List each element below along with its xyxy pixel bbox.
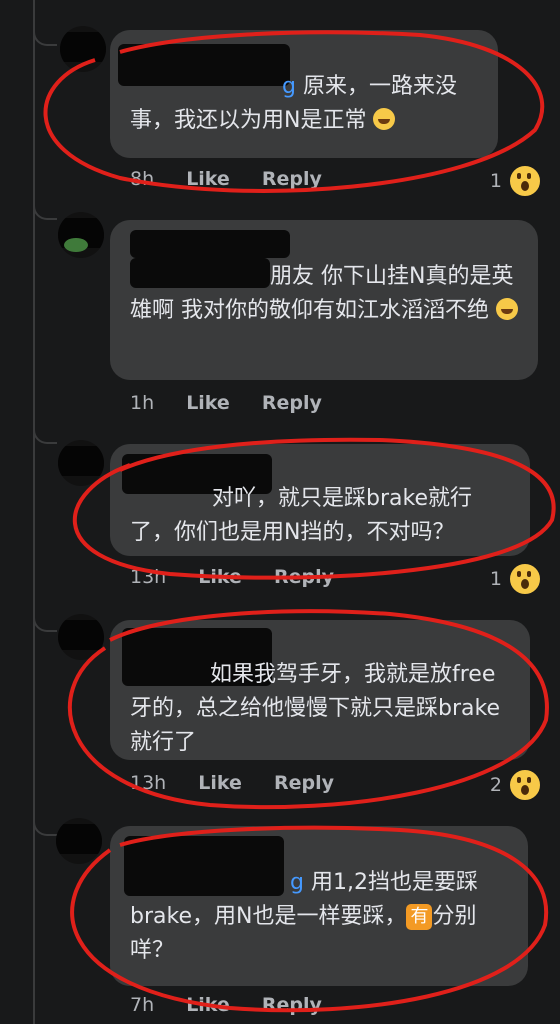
annotation-circle — [70, 825, 549, 1013]
annotation-circle — [68, 609, 549, 810]
annotation-circle — [72, 437, 556, 580]
red-annotation-layer — [43, 30, 556, 1013]
annotation-circle — [43, 30, 545, 193]
